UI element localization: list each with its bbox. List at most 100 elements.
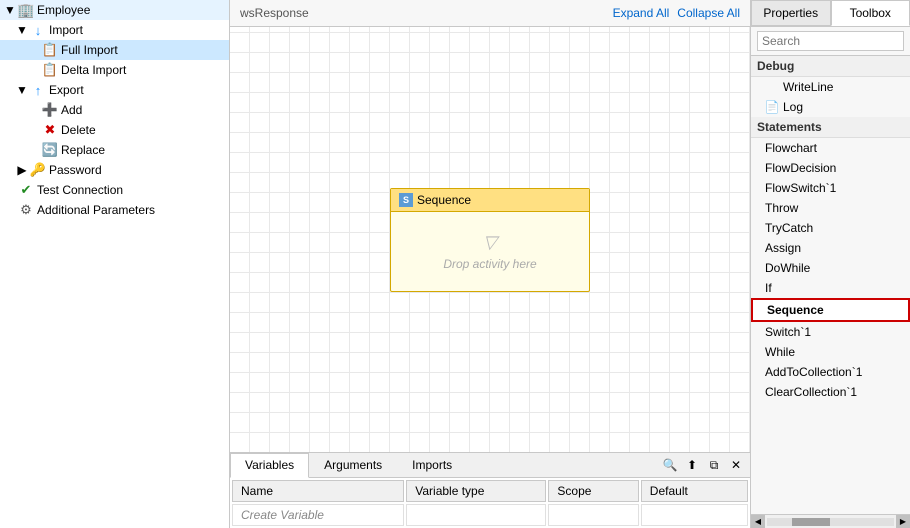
toolbox-group-debug: Debug (751, 56, 910, 77)
col-default-empty (641, 504, 748, 526)
toolbox-label-flowchart: Flowchart (765, 141, 817, 155)
search-input[interactable] (757, 31, 904, 51)
toolbox-item-while[interactable]: While (751, 342, 910, 362)
drop-arrow-icon: ▽ (483, 232, 497, 253)
workspace: wsResponse Expand All Collapse All S Seq… (230, 0, 750, 528)
tab-imports[interactable]: Imports (397, 453, 467, 477)
workspace-title: wsResponse (240, 6, 613, 20)
sequence-header: S Sequence (391, 189, 589, 212)
variables-panel: Variables Arguments Imports 🔍 ⬆ ⧉ ✕ Name… (230, 452, 750, 528)
tab-properties[interactable]: Properties (751, 0, 831, 26)
replace-icon: 🔄 (42, 142, 58, 158)
toolbox-item-clearcollection[interactable]: ClearCollection`1 (751, 382, 910, 402)
workspace-header: wsResponse Expand All Collapse All (230, 0, 750, 27)
password-icon: 🔑 (30, 162, 46, 178)
chevron-export: ▼ (16, 84, 28, 96)
sidebar-item-test-connection[interactable]: ▶ ✔ Test Connection (0, 180, 229, 200)
toolbox-label-assign: Assign (765, 241, 801, 255)
replace-label: Replace (61, 143, 225, 157)
toolbox-item-assign[interactable]: Assign (751, 238, 910, 258)
toolbox-item-switch[interactable]: Switch`1 (751, 322, 910, 342)
delta-import-label: Delta Import (61, 63, 225, 77)
toolbox-label-if: If (765, 281, 772, 295)
toolbox-label-clearcollection: ClearCollection`1 (765, 385, 857, 399)
toolbox-item-dowhile[interactable]: DoWhile (751, 258, 910, 278)
right-panel-tabs: Properties Toolbox (751, 0, 910, 27)
expand-panel-icon[interactable]: ⬆ (682, 455, 702, 475)
toolbox-item-trycatch[interactable]: TryCatch (751, 218, 910, 238)
right-scroll-track[interactable] (767, 518, 894, 526)
export-icon: ↑ (30, 82, 46, 98)
sidebar-item-delete[interactable]: ▶ ✖ Delete (0, 120, 229, 140)
col-scope-empty (548, 504, 638, 526)
create-variable-label[interactable]: Create Variable (232, 504, 404, 526)
toolbox-item-flowchart[interactable]: Flowchart (751, 138, 910, 158)
col-default: Default (641, 480, 748, 502)
right-scroll-thumb (792, 518, 830, 526)
sequence-icon: S (399, 193, 413, 207)
collapse-all-button[interactable]: Collapse All (677, 6, 740, 20)
tab-arguments[interactable]: Arguments (309, 453, 397, 477)
sequence-container[interactable]: S Sequence ▽ Drop activity here (390, 188, 590, 292)
close-panel-icon[interactable]: ✕ (726, 455, 746, 475)
tab-variables[interactable]: Variables (230, 453, 309, 478)
additional-params-label: Additional Parameters (37, 203, 225, 217)
toolbox-label-writeline: WriteLine (783, 80, 833, 94)
sidebar-item-export[interactable]: ▼ ↑ Export (0, 80, 229, 100)
delete-icon: ✖ (42, 122, 58, 138)
toolbox-item-addtocollection[interactable]: AddToCollection`1 (751, 362, 910, 382)
toolbox-item-flowswitch[interactable]: FlowSwitch`1 (751, 178, 910, 198)
toolbox-item-if[interactable]: If (751, 278, 910, 298)
delete-label: Delete (61, 123, 225, 137)
log-icon: 📄 (765, 100, 779, 114)
writeline-icon (765, 80, 779, 94)
col-variable-type: Variable type (406, 480, 546, 502)
col-name: Name (232, 480, 404, 502)
right-search (751, 27, 910, 56)
sidebar-item-import[interactable]: ▼ ↓ Import (0, 20, 229, 40)
sidebar-item-add[interactable]: ▶ ➕ Add (0, 100, 229, 120)
import-icon: ↓ (30, 22, 46, 38)
toolbox-label-sequence: Sequence (767, 303, 824, 317)
full-import-label: Full Import (61, 43, 225, 57)
detach-panel-icon[interactable]: ⧉ (704, 455, 724, 475)
toolbox-label-flowdecision: FlowDecision (765, 161, 836, 175)
variables-tabs: Variables Arguments Imports (230, 453, 656, 477)
employee-icon: 🏢 (18, 2, 34, 18)
sequence-label: Sequence (417, 193, 471, 207)
sequence-body[interactable]: ▽ Drop activity here (391, 212, 589, 291)
toolbox-item-throw[interactable]: Throw (751, 198, 910, 218)
sidebar-item-replace[interactable]: ▶ 🔄 Replace (0, 140, 229, 160)
search-variables-icon[interactable]: 🔍 (660, 455, 680, 475)
sidebar-item-employee[interactable]: ▼ 🏢 Employee (0, 0, 229, 20)
toolbox-label-trycatch: TryCatch (765, 221, 813, 235)
additional-params-icon: ⚙ (18, 202, 34, 218)
sidebar-item-additional-parameters[interactable]: ▶ ⚙ Additional Parameters (0, 200, 229, 220)
sidebar-item-password[interactable]: ▶ 🔑 Password (0, 160, 229, 180)
toolbox-item-sequence[interactable]: Sequence (751, 298, 910, 322)
toolbox-label-flowswitch: FlowSwitch`1 (765, 181, 836, 195)
create-variable-row[interactable]: Create Variable (232, 504, 748, 526)
delta-import-icon: 📋 (42, 62, 58, 78)
right-bottom-scrollbar[interactable]: ◀ ▶ (751, 514, 910, 528)
workspace-actions: Expand All Collapse All (613, 6, 740, 20)
toolbox-item-writeline[interactable]: WriteLine (751, 77, 910, 97)
password-label: Password (49, 163, 225, 177)
tab-toolbox[interactable]: Toolbox (831, 0, 910, 26)
toolbox-item-log[interactable]: 📄 Log (751, 97, 910, 117)
test-connection-icon: ✔ (18, 182, 34, 198)
sidebar: ▼ 🏢 Employee ▼ ↓ Import ▶ 📋 Full Import … (0, 0, 230, 528)
chevron-employee: ▼ (4, 4, 16, 16)
import-label: Import (49, 23, 225, 37)
toolbox-list: Debug WriteLine 📄 Log Statements Flowcha… (751, 56, 910, 514)
expand-all-button[interactable]: Expand All (613, 6, 670, 20)
sidebar-item-full-import[interactable]: ▶ 📋 Full Import (0, 40, 229, 60)
toolbox-label-log: Log (783, 100, 803, 114)
toolbox-item-flowdecision[interactable]: FlowDecision (751, 158, 910, 178)
sidebar-item-delta-import[interactable]: ▶ 📋 Delta Import (0, 60, 229, 80)
drop-hint: Drop activity here (443, 257, 536, 271)
scroll-left-btn[interactable]: ◀ (751, 515, 765, 528)
chevron-import: ▼ (16, 24, 28, 36)
canvas-area: S Sequence ▽ Drop activity here (230, 27, 750, 452)
scroll-right-btn[interactable]: ▶ (896, 515, 910, 528)
